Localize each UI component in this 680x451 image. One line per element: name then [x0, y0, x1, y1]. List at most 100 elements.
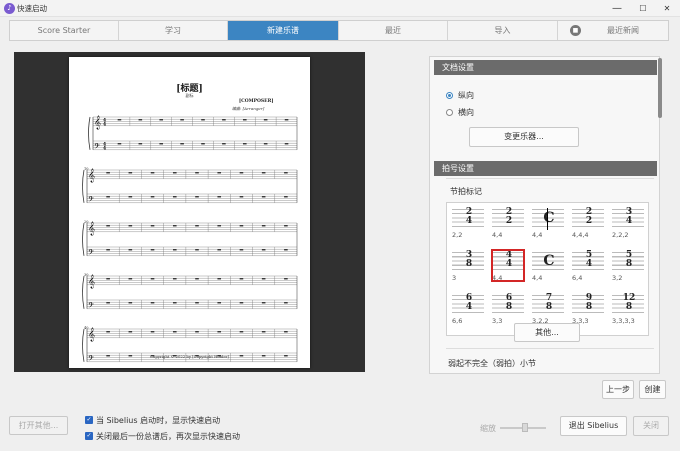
- divider: [446, 178, 654, 179]
- maximize-button[interactable]: ☐: [630, 1, 656, 16]
- divider: [446, 348, 654, 349]
- time-signature-glyph: 68: [500, 294, 518, 314]
- time-signature-denominator: 8: [625, 302, 633, 312]
- score-page: [标题] 副标 [COMPOSER] 编曲: [Arranger] 𝄞 4 4 𝄢 4 4…: [69, 57, 310, 368]
- portrait-radio[interactable]: [446, 92, 453, 99]
- measure-number: 30: [84, 273, 89, 277]
- show-quickstart-checkbox[interactable]: ✓: [85, 416, 93, 424]
- time-signature-denominator: 8: [545, 302, 553, 312]
- time-signature-glyph: C: [540, 208, 558, 230]
- svg-text:4: 4: [103, 122, 106, 128]
- time-signature-option[interactable]: 58 3,2: [609, 249, 647, 286]
- time-signature-glyph: 34: [620, 208, 638, 228]
- landscape-radio[interactable]: [446, 109, 453, 116]
- landscape-label: 横向: [458, 108, 474, 117]
- measure-number: 40: [84, 326, 89, 330]
- exit-sibelius-button[interactable]: 退出 Sibelius: [560, 416, 627, 436]
- tab-bar: Score Starter 学习 新建乐谱 最近 导入 最近新闻 ■: [9, 20, 669, 41]
- show-quickstart-label: 当 Sibelius 启动时，显示快速启动: [96, 416, 221, 425]
- zoom-slider-handle[interactable]: [522, 423, 528, 432]
- beat-grouping-label: 4,4: [532, 231, 543, 239]
- time-signature-glyph: 12 8: [620, 294, 638, 314]
- time-signature-grid: 24 2,2 22 4,4 C 4,4 22 4,4,4 34 2,2,2 38…: [446, 202, 649, 336]
- time-signature-option[interactable]: 24 2,2: [449, 206, 487, 243]
- time-signature-glyph: 24: [460, 208, 478, 228]
- svg-text:𝄢: 𝄢: [94, 142, 100, 153]
- create-button[interactable]: 创建: [639, 380, 666, 399]
- svg-text:4: 4: [103, 146, 106, 152]
- document-settings-header: 文档设置: [434, 60, 657, 75]
- time-signature-glyph: 78: [540, 294, 558, 314]
- zoom-label: 缩放: [480, 424, 496, 433]
- svg-text:𝄞: 𝄞: [94, 115, 101, 129]
- svg-text:𝄞: 𝄞: [88, 274, 95, 288]
- reshow-quickstart-label: 关闭最后一份总谱后，再次显示快速启动: [96, 432, 240, 441]
- pickup-bar-label: 弱起不完全（弱拍）小节: [448, 359, 536, 368]
- time-signature-denominator: 8: [625, 259, 633, 269]
- time-signature-glyph: 58: [620, 251, 638, 271]
- reshow-quickstart-checkbox[interactable]: ✓: [85, 432, 93, 440]
- beat-grouping-label: 4,4: [532, 274, 543, 282]
- time-signature-glyph: 98: [580, 294, 598, 314]
- time-signature-glyph: 22: [580, 208, 598, 228]
- time-signature-denominator: 8: [465, 259, 473, 269]
- tab-learn[interactable]: 学习: [119, 21, 228, 40]
- beat-grouping-label: 4,4,4: [572, 231, 589, 239]
- beat-grouping-label: 2,2,2: [612, 231, 629, 239]
- time-signature-denominator: 4: [465, 302, 473, 312]
- tab-new-score[interactable]: 新建乐谱: [228, 21, 339, 40]
- time-signature-denominator: 8: [505, 302, 513, 312]
- svg-text:𝄢: 𝄢: [88, 301, 94, 312]
- other-time-signature-button[interactable]: 其他...: [514, 323, 580, 342]
- time-signature-option[interactable]: 38 3: [449, 249, 487, 286]
- svg-text:𝄢: 𝄢: [88, 248, 94, 259]
- sibelius-app-icon: ♪: [4, 3, 15, 14]
- time-signature-option[interactable]: 64 6,6: [449, 292, 487, 329]
- svg-text:𝄞: 𝄞: [88, 221, 95, 235]
- minimize-button[interactable]: —: [604, 1, 630, 16]
- close-window-button[interactable]: ✕: [654, 1, 680, 16]
- title-bar: ♪ 快速启动 — ☐ ✕: [0, 0, 680, 17]
- beat-grouping-label: 3: [452, 274, 457, 282]
- time-signature-option[interactable]: 22 4,4,4: [569, 206, 607, 243]
- time-signature-option[interactable]: 12 8 3,3,3,3: [609, 292, 647, 329]
- previous-step-button[interactable]: 上一步: [602, 380, 634, 399]
- time-signature-header: 拍号设置: [434, 161, 657, 176]
- window-title: 快速启动: [17, 4, 47, 13]
- open-other-button[interactable]: 打开其他...: [9, 416, 68, 435]
- time-signature-glyph: C: [543, 253, 555, 269]
- time-signature-option[interactable]: 54 6,4: [569, 249, 607, 286]
- score-staves: 𝄞 44𝄢 44𝄞𝄢𝄞𝄢𝄞𝄢𝄞𝄢: [82, 115, 298, 365]
- time-signature-denominator: 8: [585, 302, 593, 312]
- beat-grouping-label: 2,2: [452, 231, 463, 239]
- score-copyright: Copyright © 2022 by [Copyright Holder]: [150, 354, 229, 359]
- time-signature-glyph: 38: [460, 251, 478, 271]
- time-signature-denominator: 2: [505, 216, 513, 226]
- svg-text:𝄞: 𝄞: [88, 168, 95, 182]
- time-signature-denominator: 2: [585, 216, 593, 226]
- tab-import[interactable]: 导入: [448, 21, 558, 40]
- beat-grouping-label: 6,4: [572, 274, 583, 282]
- score-preview: [标题] 副标 [COMPOSER] 编曲: [Arranger] 𝄞 4 4 𝄢 4 4…: [14, 52, 365, 372]
- time-signature-option[interactable]: 34 2,2,2: [609, 206, 647, 243]
- news-icon: ■: [570, 25, 581, 36]
- change-instruments-button[interactable]: 变更乐器...: [469, 127, 579, 147]
- time-signature-glyph: 54: [580, 251, 598, 271]
- tab-score-starter[interactable]: Score Starter: [10, 21, 119, 40]
- close-button[interactable]: 关闭: [633, 416, 669, 436]
- time-signature-option[interactable]: C 4,4: [529, 206, 567, 243]
- beat-grouping-label: 6,6: [452, 317, 463, 325]
- beat-grouping-label: 3,2: [612, 274, 623, 282]
- svg-text:𝄢: 𝄢: [88, 195, 94, 206]
- measure-number: 10: [84, 167, 89, 171]
- time-signature-group-label: 节拍标记: [448, 186, 484, 197]
- tab-recent[interactable]: 最近: [339, 21, 448, 40]
- time-signature-glyph: 22: [500, 208, 518, 228]
- settings-scrollbar[interactable]: [658, 58, 662, 118]
- beat-grouping-label: 3,3,3,3: [612, 317, 635, 325]
- time-signature-option[interactable]: C 4,4: [529, 249, 567, 286]
- time-signature-option[interactable]: 44 4,4: [489, 249, 527, 286]
- time-signature-option[interactable]: 22 4,4: [489, 206, 527, 243]
- measure-number: 20: [84, 220, 89, 224]
- selection-highlight: [491, 249, 525, 282]
